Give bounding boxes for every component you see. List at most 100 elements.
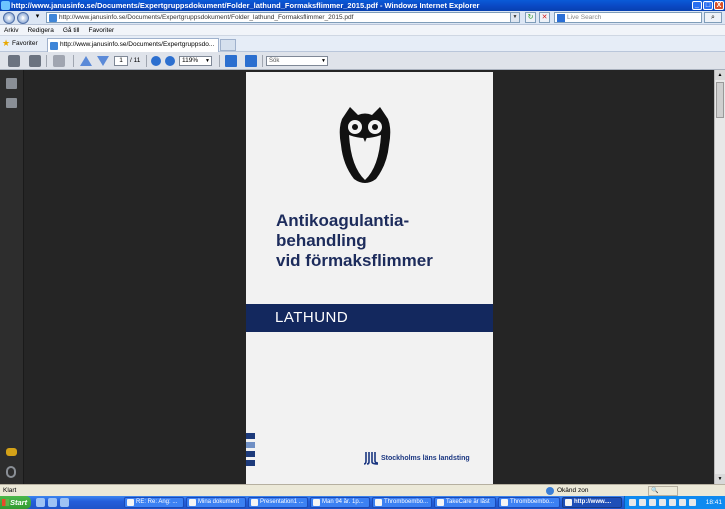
vertical-scrollbar[interactable]: ▲ ▼	[714, 70, 725, 484]
clock: 18:41	[705, 499, 722, 506]
refresh-button[interactable]: ↻	[525, 12, 536, 23]
zoom-select[interactable]: 119% ▼	[179, 56, 212, 66]
taskbar-item-label: Man 94 år. 1p...	[322, 499, 364, 505]
quicklaunch-desktop-icon[interactable]	[48, 498, 57, 507]
owl-logo	[339, 107, 391, 183]
address-dropdown-icon[interactable]: ▼	[510, 13, 519, 22]
tray-icon[interactable]	[669, 499, 676, 506]
tray-icon[interactable]	[659, 499, 666, 506]
pdf-search-input[interactable]: Sök ▼	[266, 56, 328, 66]
ie-icon	[501, 499, 508, 506]
taskbar-item-label: TakeCare är låst	[446, 499, 490, 505]
quicklaunch-ie-icon[interactable]	[36, 498, 45, 507]
status-text: Klart	[3, 487, 17, 494]
pdf-page: Antikoagulantia- behandling vid förmaksf…	[246, 72, 493, 484]
menu-ga-till[interactable]: Gå till	[63, 25, 80, 35]
start-button[interactable]: Start	[0, 496, 31, 509]
page-icon	[50, 42, 58, 50]
new-tab-button[interactable]	[220, 39, 236, 51]
tray-icon[interactable]	[629, 499, 636, 506]
zone-label: Okänd zon	[557, 487, 589, 494]
app-icon	[127, 499, 134, 506]
taskbar-item[interactable]: RE: Re: Ang: ...	[124, 497, 184, 508]
windows-flag-icon	[2, 499, 9, 506]
fit-width-icon[interactable]	[225, 55, 237, 67]
pages-icon[interactable]	[6, 78, 17, 89]
print-icon[interactable]	[8, 55, 20, 67]
sll-mark-icon	[364, 452, 378, 465]
taskbar-item-label: Thromboembo...	[384, 499, 429, 505]
edge-bars	[246, 433, 255, 469]
zoom-out-icon[interactable]	[151, 56, 161, 66]
attachments-icon[interactable]	[6, 98, 17, 108]
comments-icon[interactable]	[6, 448, 17, 456]
page-number-input[interactable]: 1	[114, 56, 128, 66]
chevron-down-icon: ▼	[321, 58, 326, 64]
system-tray: 18:41	[624, 496, 725, 509]
window-title-bar: http://www.janusinfo.se/Documents/Expert…	[0, 0, 725, 11]
address-input[interactable]: http://www.janusinfo.se/Documents/Expert…	[46, 12, 520, 23]
star-icon: ★	[2, 38, 11, 48]
minimize-button[interactable]: _	[692, 1, 702, 10]
close-button[interactable]: X	[714, 1, 724, 10]
quicklaunch-app-icon[interactable]	[60, 498, 69, 507]
taskbar: Start RE: Re: Ang: ... Mina dokument Pre…	[0, 496, 725, 509]
menu-redigera[interactable]: Redigera	[27, 25, 53, 35]
next-page-icon[interactable]	[97, 56, 109, 66]
browser-tab[interactable]: http://www.janusinfo.se/Documents/Expert…	[47, 38, 219, 52]
paperclip-icon[interactable]	[6, 466, 16, 478]
search-input[interactable]: Live Search	[554, 12, 702, 23]
folder-icon	[189, 499, 196, 506]
edge-bar	[246, 433, 255, 439]
powerpoint-icon	[251, 499, 258, 506]
search-placeholder: Live Search	[567, 14, 602, 21]
globe-icon	[546, 487, 554, 495]
save-icon[interactable]	[29, 55, 41, 67]
pdf-search-placeholder: Sök	[269, 58, 280, 64]
favorites-label: Favoriter	[12, 40, 38, 47]
logo-text: Stockholms läns landsting	[381, 455, 470, 462]
zoom-value: 119%	[182, 57, 199, 64]
taskbar-item-active[interactable]: http://www....	[562, 497, 622, 508]
menu-favoriter[interactable]: Favoriter	[88, 25, 114, 35]
taskbar-item[interactable]: Presentation1 ...	[248, 497, 308, 508]
toolbar-separator	[73, 55, 74, 67]
scroll-thumb[interactable]	[716, 82, 724, 118]
taskbar-item[interactable]: Mina dokument	[186, 497, 246, 508]
back-button[interactable]: ‹	[3, 12, 15, 24]
taskbar-item[interactable]: Man 94 år. 1p...	[310, 497, 370, 508]
fit-page-icon[interactable]	[245, 55, 257, 67]
ie-icon	[565, 499, 572, 506]
tray-icon[interactable]	[689, 499, 696, 506]
taskbar-item-label: RE: Re: Ang: ...	[136, 499, 178, 505]
maximize-button[interactable]: □	[703, 1, 713, 10]
zoom-in-icon[interactable]	[165, 56, 175, 66]
window-title: http://www.janusinfo.se/Documents/Expert…	[11, 1, 480, 10]
previous-page-icon[interactable]	[80, 56, 92, 66]
scroll-up-icon[interactable]: ▲	[715, 70, 725, 80]
history-dropdown-icon[interactable]: ▾	[32, 12, 43, 23]
ie-icon	[375, 499, 382, 506]
taskbar-item[interactable]: Thromboembo...	[372, 497, 432, 508]
scroll-down-icon[interactable]: ▼	[715, 474, 725, 484]
taskbar-item[interactable]: Thromboembo...	[498, 497, 560, 508]
taskbar-item-label: http://www....	[574, 499, 612, 505]
status-zoom[interactable]: 🔍	[648, 486, 678, 496]
document-title-line: behandling	[276, 231, 367, 250]
favorites-bar: ★ Favoriter http://www.janusinfo.se/Docu…	[0, 36, 725, 52]
menu-arkiv[interactable]: Arkiv	[4, 25, 18, 35]
search-button[interactable]: ⌕	[704, 12, 722, 23]
tray-icon[interactable]	[639, 499, 646, 506]
document-title-line: vid förmaksflimmer	[276, 251, 433, 270]
stop-button[interactable]: ✕	[539, 12, 550, 23]
favorites-button[interactable]: ★ Favoriter	[2, 39, 38, 49]
taskbar-item[interactable]: TakeCare är låst	[434, 497, 496, 508]
taskbar-item-label: Thromboembo...	[510, 499, 555, 505]
app-icon	[313, 499, 320, 506]
tray-icon[interactable]	[649, 499, 656, 506]
taskbar-item-label: Presentation1 ...	[260, 499, 304, 505]
tray-icon[interactable]	[679, 499, 686, 506]
email-icon[interactable]	[53, 55, 65, 67]
toolbar-separator	[262, 55, 263, 67]
forward-button[interactable]: ›	[17, 12, 29, 24]
